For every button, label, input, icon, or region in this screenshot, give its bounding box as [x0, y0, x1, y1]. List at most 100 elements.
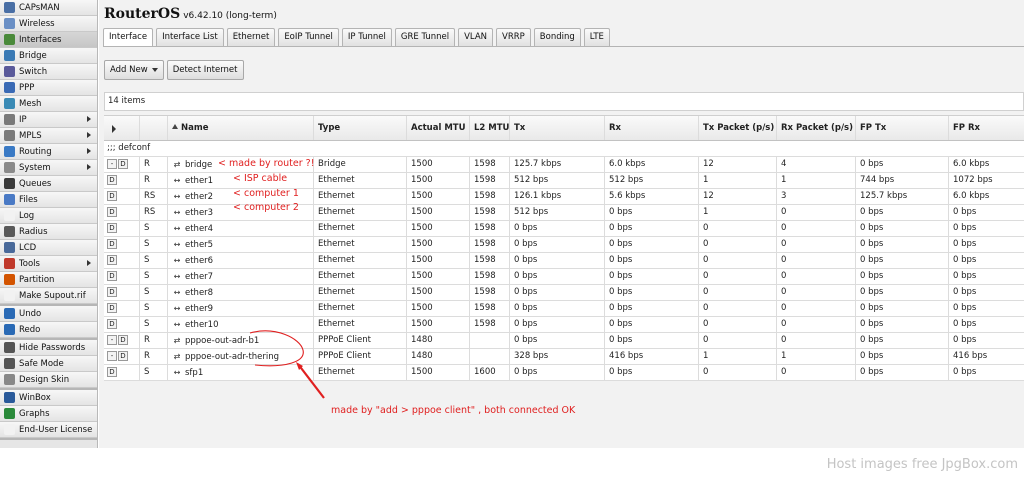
cell-fp-tx: 0 bps: [856, 285, 949, 300]
tab-vrrp[interactable]: VRRP: [496, 28, 531, 46]
sidebar-item-winbox[interactable]: WinBox: [0, 390, 97, 406]
cell-l2-mtu: 1598: [470, 189, 510, 204]
cell-rx: 5.6 kbps: [605, 189, 699, 204]
sidebar-item-mpls[interactable]: MPLS: [0, 128, 97, 144]
tab-eoip-tunnel[interactable]: EoIP Tunnel: [278, 28, 339, 46]
row-details-button[interactable]: D: [107, 366, 117, 377]
sidebar-item-tools[interactable]: Tools: [0, 256, 97, 272]
sidebar-item-log[interactable]: Log: [0, 208, 97, 224]
tab-gre-tunnel[interactable]: GRE Tunnel: [394, 28, 456, 46]
sidebar-item-safe-mode[interactable]: Safe Mode: [0, 356, 97, 372]
column-type[interactable]: Type: [314, 116, 407, 140]
row-collapse-button[interactable]: -: [107, 350, 117, 361]
tools-icon: [4, 258, 15, 269]
sidebar-item-routing[interactable]: Routing: [0, 144, 97, 160]
pppoe-icon: ⇄: [173, 352, 181, 361]
sidebar-item-end-user-license[interactable]: End-User License: [0, 422, 97, 438]
table-row[interactable]: - D R ⇄ pppoe-out-adr-thering PPPoE Client 148…: [104, 349, 1024, 365]
tab-interface[interactable]: Interface: [103, 28, 154, 47]
row-details-button[interactable]: D: [118, 350, 128, 361]
row-details-button[interactable]: D: [107, 270, 117, 281]
sidebar-item-wireless[interactable]: Wireless: [0, 16, 97, 32]
row-details-button[interactable]: D: [107, 206, 117, 217]
row-details-button[interactable]: D: [107, 174, 117, 185]
table-row[interactable]: D S ↔ ether7 Ethernet 1500 1598 0 bps 0 bps 0 0 0 b…: [104, 269, 1024, 285]
cell-actual-mtu: 1480: [407, 333, 470, 348]
column-rx[interactable]: Rx: [605, 116, 699, 140]
row-details-button[interactable]: D: [107, 222, 117, 233]
sidebar-item-mesh[interactable]: Mesh: [0, 96, 97, 112]
table-row[interactable]: D S ↔ sfp1 Ethernet 1500 1600 0 bps 0 bps 0 0 0 bps…: [104, 365, 1024, 381]
cell-fp-tx: 0 bps: [856, 365, 949, 380]
row-collapse-button[interactable]: -: [107, 158, 117, 169]
cell-l2-mtu: 1598: [470, 221, 510, 236]
sidebar-item-redo[interactable]: Redo: [0, 322, 97, 338]
table-row[interactable]: D S ↔ ether10 Ethernet 1500 1598 0 bps 0 bps 0 0 0 …: [104, 317, 1024, 333]
sidebar-item-design-skin[interactable]: Design Skin: [0, 372, 97, 388]
sidebar-item-graphs[interactable]: Graphs: [0, 406, 97, 422]
tab-ethernet[interactable]: Ethernet: [226, 28, 276, 46]
row-details-button[interactable]: D: [107, 302, 117, 313]
sidebar-item-queues[interactable]: Queues: [0, 176, 97, 192]
sidebar-item-capsman[interactable]: CAPsMAN: [0, 0, 97, 16]
cell-rx-packet: 1: [777, 173, 856, 188]
row-details-button[interactable]: D: [107, 238, 117, 249]
row-collapse-button[interactable]: -: [107, 334, 117, 345]
table-row[interactable]: D S ↔ ether4 Ethernet 1500 1598 0 bps 0 bps 0 0 0 b…: [104, 221, 1024, 237]
cell-tx: 512 bps: [510, 173, 605, 188]
sidebar-item-ppp[interactable]: PPP: [0, 80, 97, 96]
sidebar-item-ip[interactable]: IP: [0, 112, 97, 128]
interface-name: pppoe-out-adr-thering: [185, 352, 280, 362]
table-row[interactable]: D S ↔ ether8 Ethernet 1500 1598 0 bps 0 bps 0 0 0 b…: [104, 285, 1024, 301]
sidebar-item-files[interactable]: Files: [0, 192, 97, 208]
tab-lte[interactable]: LTE: [583, 28, 610, 46]
cell-type: PPPoE Client: [314, 349, 407, 364]
cell-rx-packet: 0: [777, 221, 856, 236]
sidebar-item-switch[interactable]: Switch: [0, 64, 97, 80]
row-details-button[interactable]: D: [107, 190, 117, 201]
tab-vlan[interactable]: VLAN: [458, 28, 494, 46]
column-flags[interactable]: [140, 116, 168, 140]
table-row[interactable]: - D R ⇄ pppoe-out-adr-b1 PPPoE Client 1480 0 bp…: [104, 333, 1024, 349]
column-name[interactable]: Name: [168, 116, 314, 140]
cell-rx: 0 bps: [605, 237, 699, 252]
row-details-button[interactable]: D: [118, 158, 128, 169]
sidebar-item-interfaces[interactable]: Interfaces: [0, 32, 97, 48]
sidebar-item-radius[interactable]: Radius: [0, 224, 97, 240]
sidebar-item-lcd[interactable]: LCD: [0, 240, 97, 256]
column-fp-rx[interactable]: FP Rx: [949, 116, 1024, 140]
sidebar-item-bridge[interactable]: Bridge: [0, 48, 97, 64]
sidebar-item-partition[interactable]: Partition: [0, 272, 97, 288]
table-row[interactable]: D S ↔ ether6 Ethernet 1500 1598 0 bps 0 bps 0 0 0 b…: [104, 253, 1024, 269]
table-row[interactable]: D S ↔ ether9 Ethernet 1500 1598 0 bps 0 bps 0 0 0 b…: [104, 301, 1024, 317]
row-details-button[interactable]: D: [118, 334, 128, 345]
column-tx-packet[interactable]: Tx Packet (p/s): [699, 116, 777, 140]
row-details-button[interactable]: D: [107, 286, 117, 297]
column-menu-button[interactable]: [104, 116, 140, 140]
cell-flags: R: [140, 173, 168, 188]
add-new-button[interactable]: Add New: [104, 60, 164, 80]
column-l2-mtu[interactable]: L2 MTU: [470, 116, 510, 140]
row-details-button[interactable]: D: [107, 254, 117, 265]
cell-tx: 0 bps: [510, 333, 605, 348]
table-row[interactable]: D S ↔ ether5 Ethernet 1500 1598 0 bps 0 bps 0 0 0 b…: [104, 237, 1024, 253]
cell-name: ↔ sfp1: [168, 365, 314, 380]
tab-bonding[interactable]: Bonding: [533, 28, 581, 46]
tab-ip-tunnel[interactable]: IP Tunnel: [341, 28, 392, 46]
column-tx[interactable]: Tx: [510, 116, 605, 140]
tab-interface-list[interactable]: Interface List: [156, 28, 224, 46]
row-details-button[interactable]: D: [107, 318, 117, 329]
sidebar-item-label: Files: [19, 194, 38, 205]
cell-actual-mtu: 1500: [407, 205, 470, 220]
sidebar-item-undo[interactable]: Undo: [0, 306, 97, 322]
sidebar-item-system[interactable]: System: [0, 160, 97, 176]
cell-flags: S: [140, 269, 168, 284]
column-actual-mtu[interactable]: Actual MTU: [407, 116, 470, 140]
sidebar-item-hide-passwords[interactable]: Hide Passwords: [0, 340, 97, 356]
sidebar-item-make-supout-rif[interactable]: Make Supout.rif: [0, 288, 97, 304]
detect-internet-button[interactable]: Detect Internet: [166, 60, 244, 80]
column-fp-tx[interactable]: FP Tx: [856, 116, 949, 140]
cell-tx: 0 bps: [510, 269, 605, 284]
column-rx-packet[interactable]: Rx Packet (p/s): [777, 116, 856, 140]
cell-rx-packet: 3: [777, 189, 856, 204]
